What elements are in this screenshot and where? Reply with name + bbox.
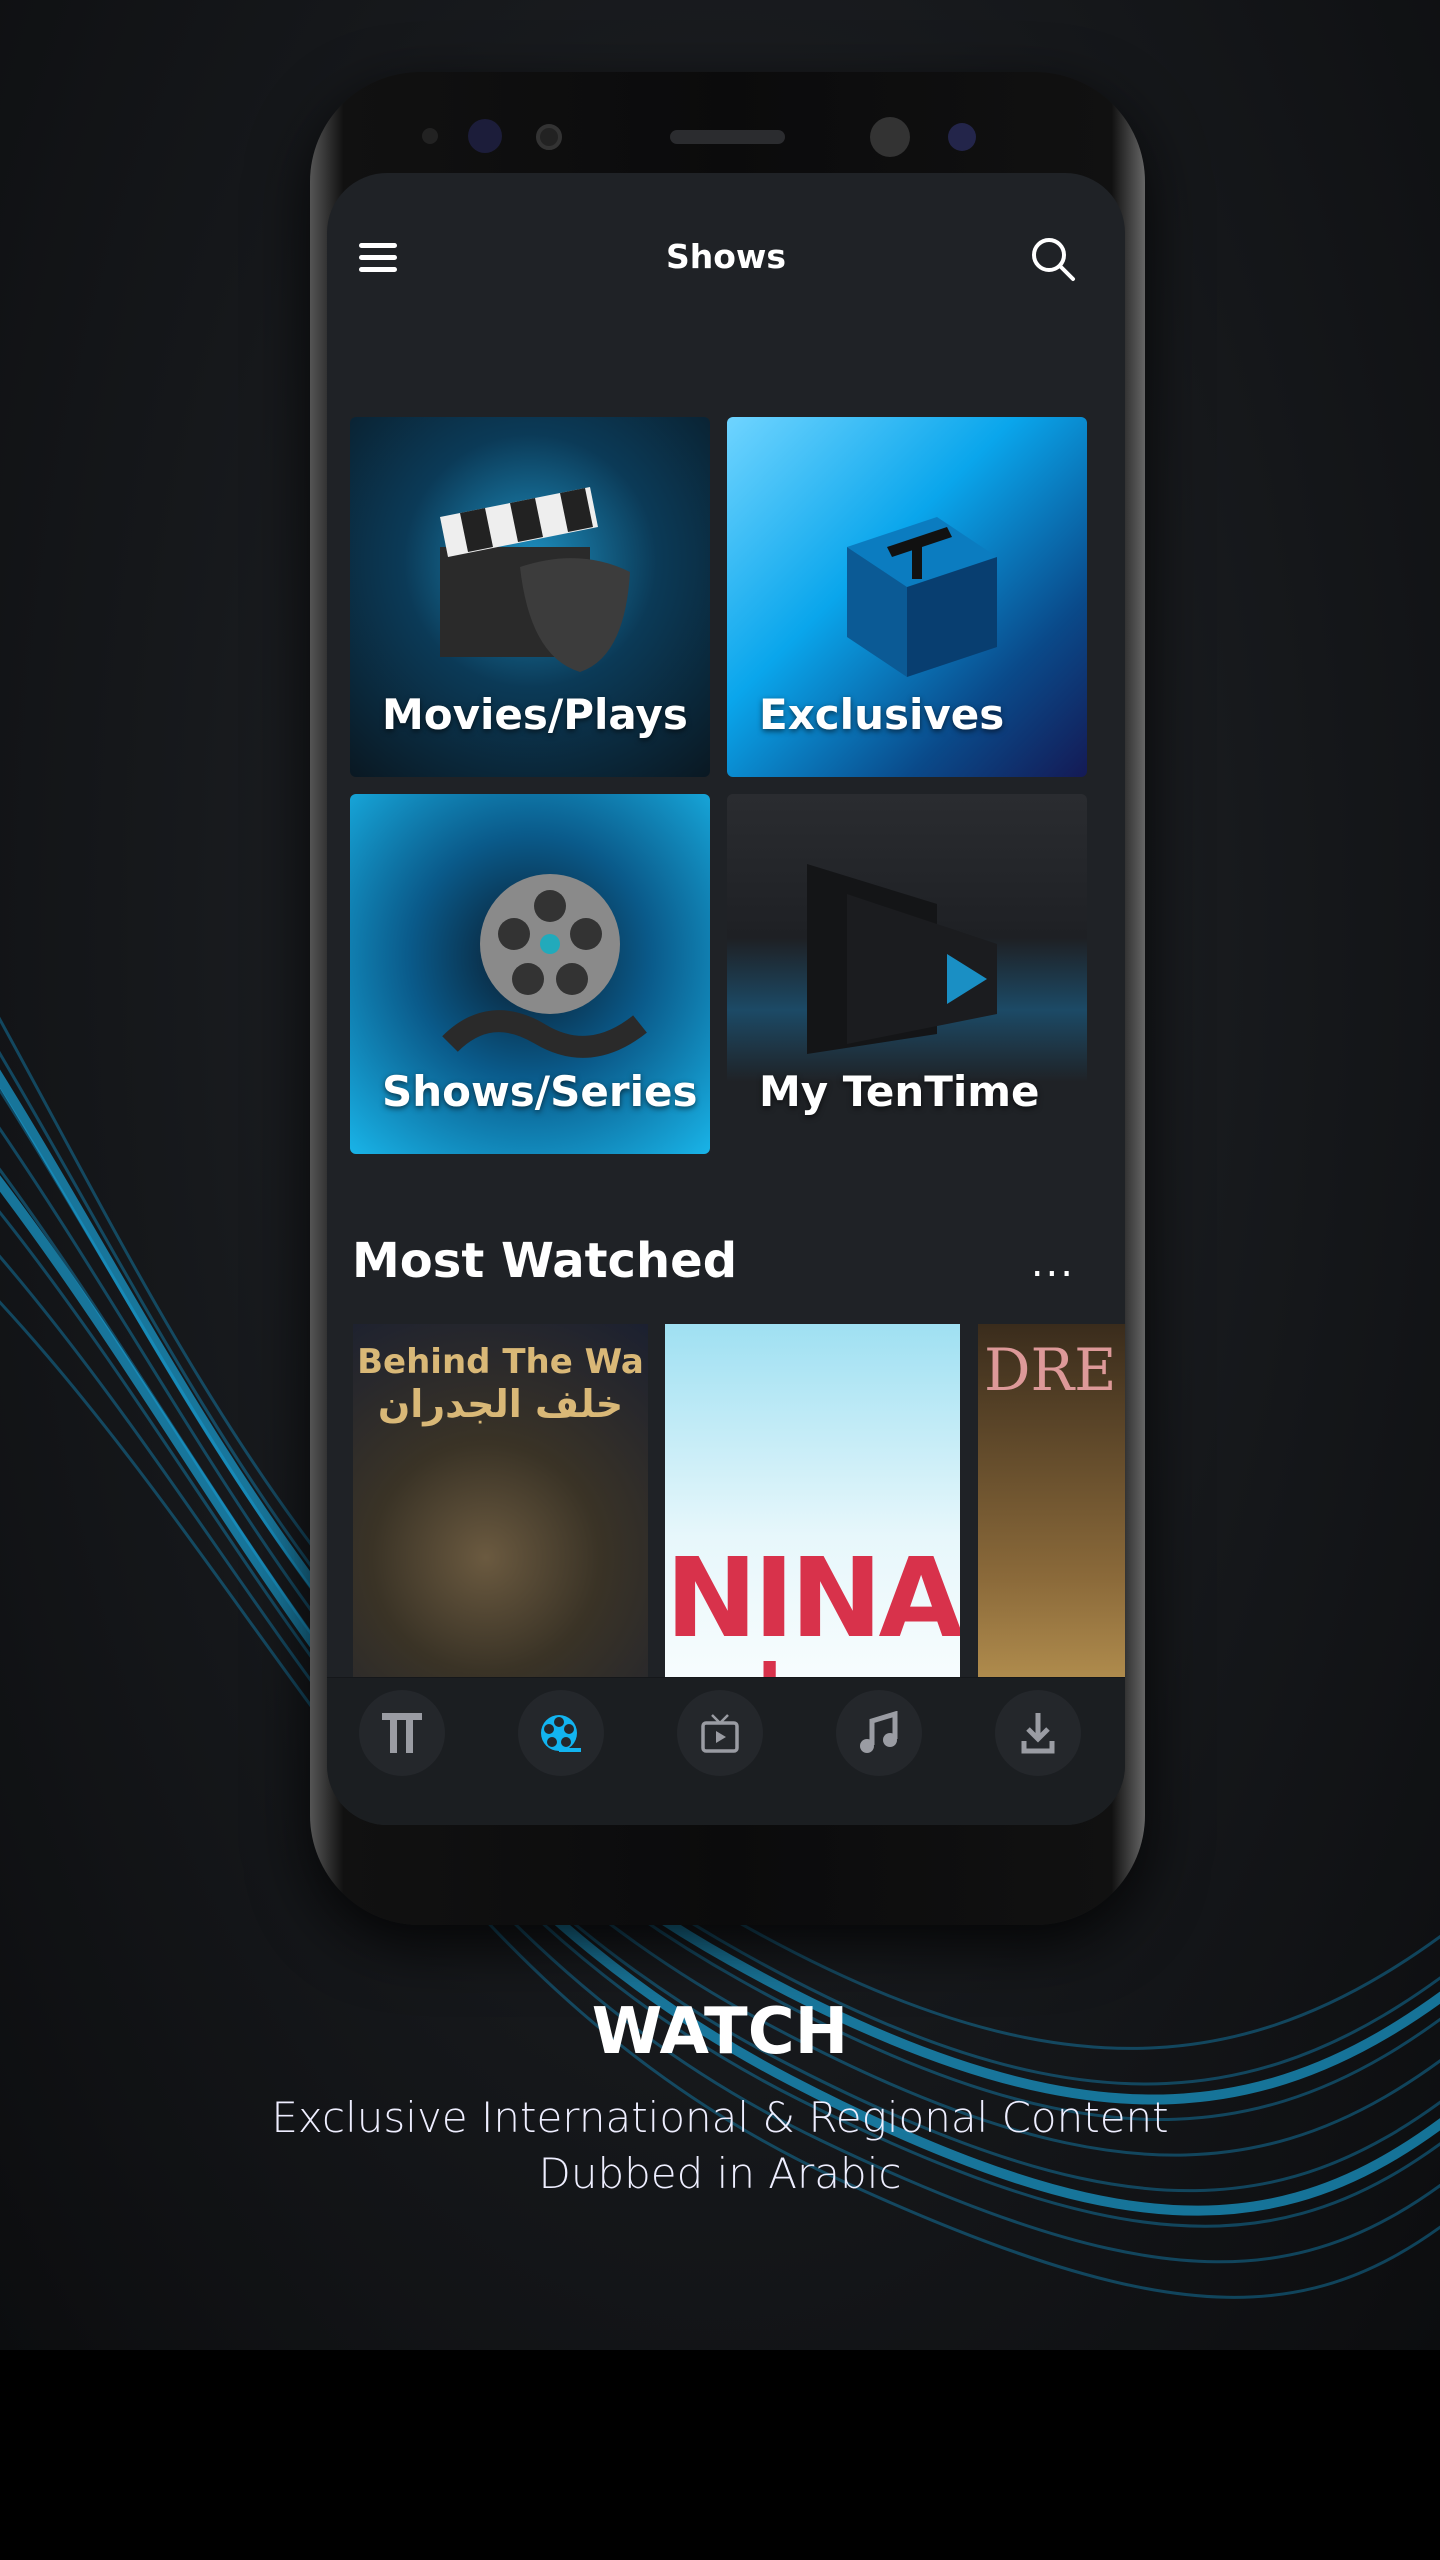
poster-title: NINA [665, 1534, 960, 1662]
search-icon[interactable] [1029, 235, 1077, 283]
clapperboard-icon [440, 487, 630, 672]
nav-tv-button[interactable] [677, 1690, 763, 1776]
speaker-grille [670, 130, 785, 144]
category-label: My TenTime [759, 1067, 1040, 1116]
section-title: Most Watched [352, 1233, 738, 1289]
top-app-bar: Shows [327, 213, 1125, 303]
promo-subtitle-line: Dubbed in Arabic [538, 2149, 902, 2198]
promo-subtitle: Exclusive International & Regional Conte… [0, 2090, 1440, 2202]
category-tile-shows-series[interactable]: Shows/Series [350, 794, 710, 1154]
phone-mockup: Shows Movies/Plays Exclusives Shows/Seri… [310, 72, 1145, 1925]
play-logo-graphic [807, 864, 997, 1054]
music-note-icon [860, 1711, 898, 1753]
sensor-icon [536, 124, 562, 150]
poster-title: DRE [984, 1336, 1117, 1404]
sensor-icon [468, 119, 502, 153]
tentime-logo-icon [382, 1713, 422, 1753]
poster-subtitle: خلف الجدران [377, 1382, 624, 1426]
tentime-logo-cube-icon [847, 517, 997, 677]
front-camera-icon [870, 117, 910, 157]
sensor-icon [948, 123, 976, 151]
bottom-navigation [327, 1677, 1125, 1825]
promo-background: Shows Movies/Plays Exclusives Shows/Seri… [0, 0, 1440, 2350]
promo-headline: WATCH [591, 1995, 849, 2069]
sensor-icon [422, 128, 438, 144]
more-options-button[interactable]: ... [1031, 1243, 1075, 1283]
page-title: Shows [665, 237, 787, 276]
film-reel-graphic [442, 874, 647, 1058]
nav-shows-button[interactable] [518, 1690, 604, 1776]
category-tile-movies-plays[interactable]: Movies/Plays [350, 417, 710, 777]
category-label: Exclusives [759, 690, 1005, 739]
category-tile-my-tentime[interactable]: My TenTime [727, 794, 1087, 1154]
category-tile-exclusives[interactable]: Exclusives [727, 417, 1087, 777]
app-screen: Shows Movies/Plays Exclusives Shows/Seri… [327, 173, 1125, 1825]
poster-title: Behind The Wa [357, 1342, 644, 1382]
film-reel-icon [541, 1715, 581, 1752]
nav-tentime-button[interactable] [359, 1690, 445, 1776]
tv-icon [701, 1714, 739, 1753]
promo-subtitle-line: Exclusive International & Regional Conte… [271, 2093, 1169, 2142]
category-label: Movies/Plays [382, 690, 688, 739]
category-label: Shows/Series [382, 1067, 698, 1116]
download-icon [1021, 1713, 1055, 1754]
nav-music-button[interactable] [836, 1690, 922, 1776]
nav-download-button[interactable] [995, 1690, 1081, 1776]
